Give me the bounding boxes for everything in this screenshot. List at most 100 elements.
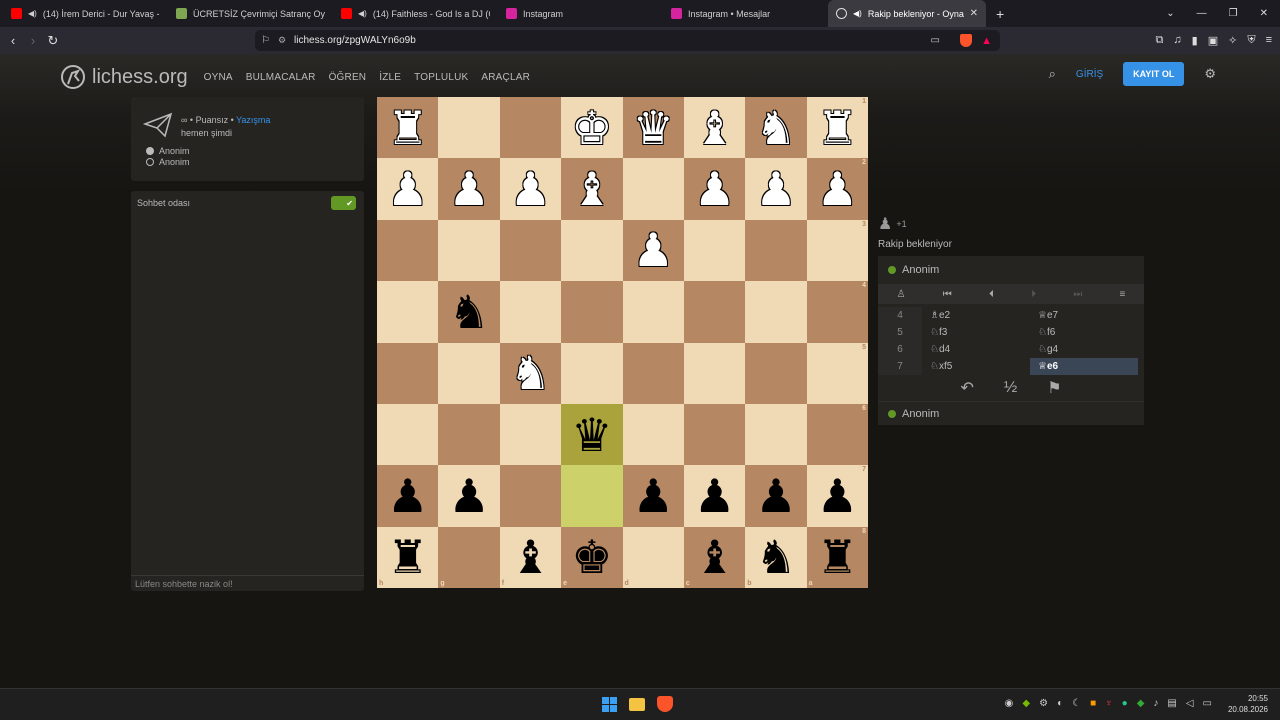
white-pawn-icon[interactable]: ♟: [448, 166, 489, 212]
square-d1[interactable]: ♛: [622, 97, 684, 159]
white-pawn-icon[interactable]: ♟: [755, 166, 796, 212]
white-rook-icon[interactable]: ♜: [387, 105, 428, 151]
square-c4[interactable]: [683, 281, 746, 343]
square-h8[interactable]: ♜ h: [377, 526, 439, 588]
audio-playing-icon[interactable]: ◀): [28, 9, 37, 18]
tray-app-icon[interactable]: ●: [1122, 698, 1128, 709]
square-e2[interactable]: ♝: [561, 158, 623, 220]
windows-start-icon[interactable]: [602, 696, 617, 712]
menu-icon[interactable]: ≡: [1266, 34, 1272, 47]
pip-icon[interactable]: ▭: [931, 35, 940, 46]
square-a7[interactable]: ♟ 7: [806, 465, 868, 527]
white-pawn-icon[interactable]: ♟: [817, 166, 858, 212]
microphone-icon[interactable]: ♪: [1153, 698, 1158, 709]
nav-watch[interactable]: İZLE: [379, 72, 401, 83]
black-knight-icon[interactable]: ♞: [448, 289, 489, 335]
white-knight-icon[interactable]: ♞: [510, 350, 551, 396]
square-b6[interactable]: [745, 403, 807, 466]
square-e4[interactable]: [561, 281, 623, 343]
square-d5[interactable]: [622, 342, 684, 404]
takeback-icon[interactable]: ↶: [960, 378, 973, 398]
black-pawn-icon[interactable]: ♟: [817, 473, 858, 519]
square-c7[interactable]: ♟: [683, 465, 746, 527]
nav-puzzles[interactable]: BULMACALAR: [246, 72, 316, 83]
square-f8[interactable]: ♝ f: [499, 526, 562, 588]
black-move[interactable]: ♕e6: [1030, 358, 1138, 375]
black-pawn-icon[interactable]: ♟: [694, 473, 735, 519]
square-g3[interactable]: [438, 219, 500, 282]
browser-tab[interactable]: ◀) Rakip bekleniyor - Oyna Anon ✕: [828, 0, 986, 27]
square-f3[interactable]: [499, 219, 562, 282]
square-h3[interactable]: [377, 219, 439, 282]
resign-flag-icon[interactable]: ⚑: [1047, 378, 1061, 398]
site-info-icon[interactable]: ⚙: [278, 35, 286, 46]
white-pawn-icon[interactable]: ♟: [633, 227, 674, 273]
top-player[interactable]: Anonim: [878, 262, 1144, 278]
nav-community[interactable]: TOPLULUK: [414, 72, 468, 83]
tray-app-icon[interactable]: ◉: [1005, 698, 1014, 709]
flip-board-icon[interactable]: ♙: [897, 289, 906, 300]
square-a4[interactable]: 4: [806, 281, 868, 343]
black-pawn-icon[interactable]: ♟: [448, 473, 489, 519]
square-e1[interactable]: ♚: [561, 97, 623, 159]
black-pawn-icon[interactable]: ♟: [755, 473, 796, 519]
last-move-icon[interactable]: ⏭: [1073, 289, 1082, 300]
chat-toggle[interactable]: ✔: [331, 196, 356, 210]
black-rook-icon[interactable]: ♜: [817, 534, 858, 580]
first-move-icon[interactable]: ⏮: [943, 289, 952, 300]
browser-tab[interactable]: ÜCRETSİZ Çevrimiçi Satranç Oynayın: [168, 0, 333, 27]
tray-app-icon[interactable]: ♆: [1105, 698, 1113, 709]
network-icon[interactable]: ▤: [1167, 698, 1176, 709]
square-b7[interactable]: ♟: [745, 465, 807, 527]
white-move[interactable]: ♘d4: [922, 341, 1030, 358]
square-a6[interactable]: 6: [806, 403, 868, 466]
square-c1[interactable]: ♝: [683, 97, 746, 159]
square-g2[interactable]: ♟: [438, 158, 500, 220]
square-g1[interactable]: [438, 97, 500, 159]
square-h1[interactable]: ♜: [377, 97, 439, 159]
brave-browser-icon[interactable]: [657, 696, 673, 712]
black-bishop-icon[interactable]: ♝: [694, 534, 735, 580]
square-e3[interactable]: [561, 219, 623, 282]
white-pawn-icon[interactable]: ♟: [510, 166, 551, 212]
black-king-icon[interactable]: ♚: [571, 534, 612, 580]
square-h7[interactable]: ♟: [377, 465, 439, 527]
square-c8[interactable]: ♝ c: [683, 526, 746, 588]
prev-move-icon[interactable]: ⏴: [989, 289, 994, 300]
square-h6[interactable]: [377, 403, 439, 466]
leo-icon[interactable]: ✧: [1228, 34, 1237, 47]
new-tab-icon[interactable]: +: [996, 6, 1004, 22]
tray-app-icon[interactable]: ⚙: [1039, 698, 1048, 709]
bottom-player[interactable]: Anonim: [878, 401, 1144, 425]
site-logo[interactable]: lichess.org: [60, 64, 188, 90]
chat-input[interactable]: Lütfen sohbette nazik ol!: [131, 575, 364, 591]
square-a1[interactable]: ♜ 1: [806, 97, 868, 159]
signup-button[interactable]: KAYIT OL: [1123, 62, 1185, 86]
square-b2[interactable]: ♟: [745, 158, 807, 220]
tray-app-icon[interactable]: ■: [1090, 698, 1096, 709]
chess-board[interactable]: ♜ ♚ ♛ ♝ ♞ ♜ 1 ♟ ♟ ♟ ♝ ♟ ♟ ♟ 2 ♟ 3 ♞ 4 ♞ 5 ♛ 6 ♟ ♟ ♟ ♟ ♟ ♟ 7 ♜ h g ♝ f ♚ e d ♝ c…: [377, 97, 868, 588]
close-tab-icon[interactable]: ✕: [970, 8, 978, 19]
black-knight-icon[interactable]: ♞: [755, 534, 796, 580]
brave-shield-icon[interactable]: [960, 34, 972, 47]
correspondence-link[interactable]: Yazışma: [236, 115, 270, 125]
login-link[interactable]: GİRİŞ: [1076, 69, 1103, 80]
sidebar-icon[interactable]: ▮: [1192, 34, 1198, 47]
square-c3[interactable]: [683, 219, 746, 282]
square-d3[interactable]: ♟: [622, 219, 684, 282]
clock-date[interactable]: 20.08.2026: [1228, 704, 1268, 715]
square-h2[interactable]: ♟: [377, 158, 439, 220]
square-a5[interactable]: 5: [806, 342, 868, 404]
black-move[interactable]: ♕e7: [1030, 307, 1138, 324]
square-d6[interactable]: [622, 403, 684, 466]
square-b1[interactable]: ♞: [745, 97, 807, 159]
black-move[interactable]: ♘g4: [1030, 341, 1138, 358]
white-pawn-icon[interactable]: ♟: [694, 166, 735, 212]
white-queen-icon[interactable]: ♛: [633, 105, 674, 151]
nav-tools[interactable]: ARAÇLAR: [481, 72, 530, 83]
battery-icon[interactable]: ▭: [1203, 698, 1212, 709]
square-b4[interactable]: [745, 281, 807, 343]
clock-time[interactable]: 20:55: [1228, 693, 1268, 704]
tray-app-icon[interactable]: ◆: [1137, 698, 1145, 709]
white-move[interactable]: ♘xf5: [922, 358, 1030, 375]
